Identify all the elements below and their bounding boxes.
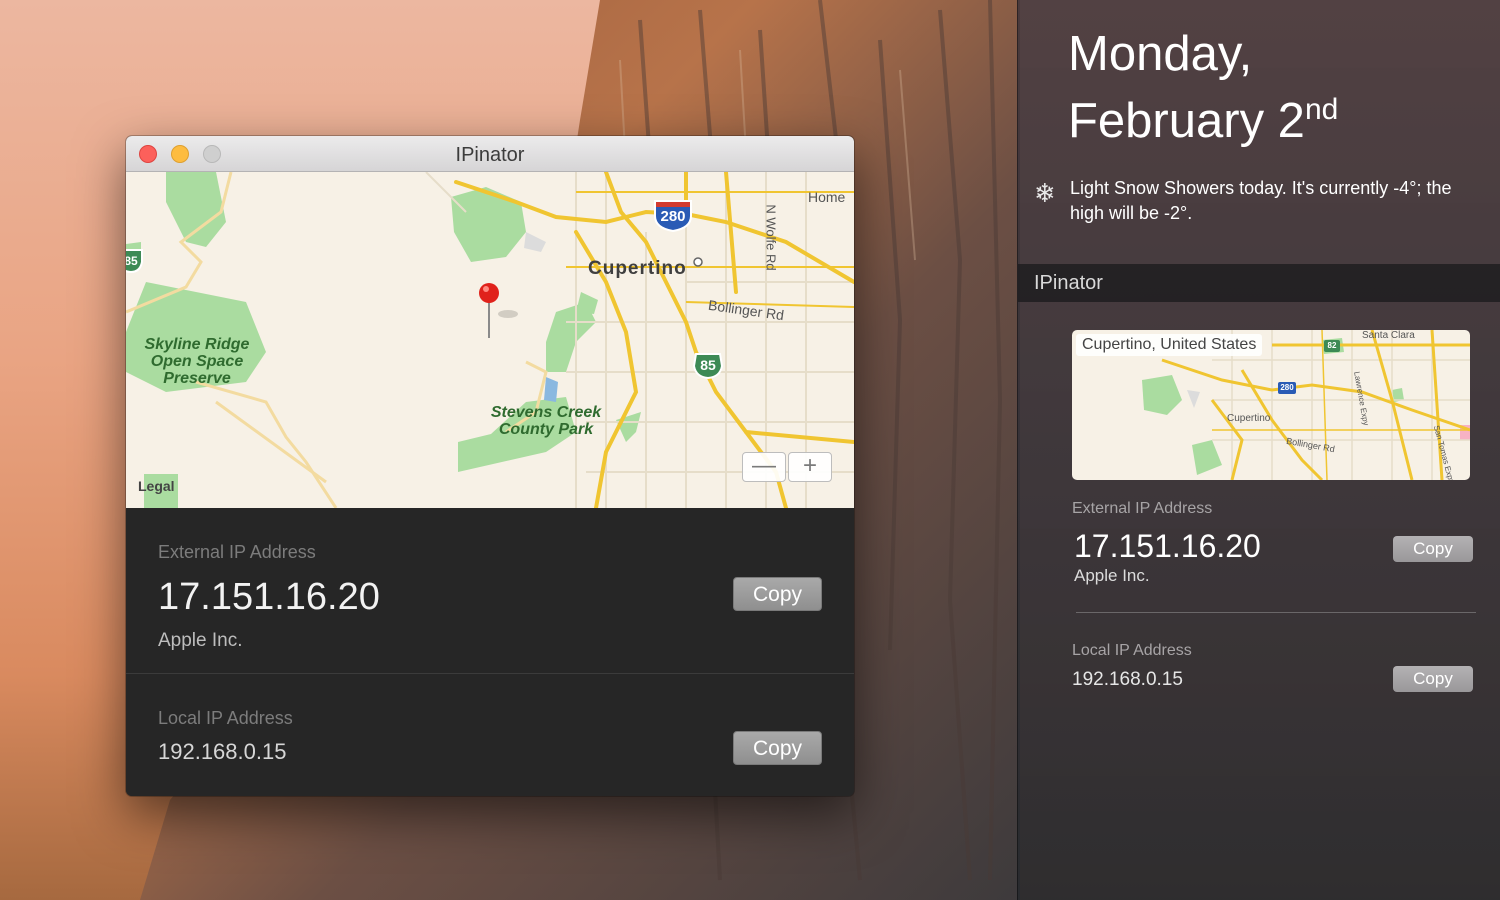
external-ip-section: External IP Address 17.151.16.20 Apple I… [126,508,854,674]
zoom-in-button[interactable]: + [788,452,832,482]
external-ip-value: 17.151.16.20 [158,576,380,618]
widget-external-ip-org: Apple Inc. [1074,566,1150,585]
today-month-day: February 2nd [1068,82,1338,149]
widget-local-ip-value: 192.168.0.15 [1072,669,1183,690]
notification-center: Monday, February 2nd ❄ Light Snow Shower… [1017,0,1500,900]
widget-map-label-cupertino: Cupertino [1227,413,1271,424]
map-label-home: Home [808,189,846,205]
city-dot-icon [693,257,703,267]
local-ip-label: Local IP Address [158,708,293,728]
map-view[interactable]: Cupertino Home Bollinger Rd N Wolfe Rd S… [126,172,854,508]
map-label-skyline-ridge: Skyline Ridge Open Space Preserve [126,336,272,387]
widget-copy-local-ip-button[interactable]: Copy [1393,666,1473,692]
external-ip-org: Apple Inc. [158,630,243,651]
widget-external-ip-label: External IP Address [1072,500,1213,517]
widget-header: IPinator [1018,264,1500,302]
weather-summary: Light Snow Showers today. It's currently… [1070,178,1452,223]
map-label-skyline-text: Skyline Ridge Open Space Preserve [144,336,250,387]
copy-external-ip-button[interactable]: Copy [733,577,822,611]
widget-external-ip-value: 17.151.16.20 [1074,528,1261,564]
widget-map-caption: Cupertino, United States [1076,334,1263,356]
legal-link[interactable]: Legal [138,478,175,494]
widget-map-label-santa-clara: Santa Clara [1362,330,1415,341]
copy-local-ip-button[interactable]: Copy [733,731,822,765]
external-ip-label: External IP Address [158,542,316,562]
interstate-280-number: 280 [660,208,686,225]
widget-local-ip-label: Local IP Address [1072,642,1192,659]
widget-map-280-shield-icon: 280 [1278,382,1296,394]
local-ip-value: 192.168.0.15 [158,739,287,764]
snowflake-icon: ❄ [1034,178,1056,208]
map-label-stevens-creek: Stevens Creek County Park [486,404,606,438]
title-bar[interactable]: IPinator [126,136,854,172]
widget-map-82-shield-icon: 82 [1324,340,1340,352]
route-85-number: 85 [700,357,716,373]
widget-map[interactable]: Cupertino, United States Santa Clara Cup… [1072,330,1470,480]
today-ordinal-suffix: nd [1304,93,1339,126]
widget-divider [1076,612,1476,613]
window-title: IPinator [455,144,525,166]
ipinator-window: IPinator Cupertino Home Bollinger Rd N W… [126,136,854,796]
map-label-cupertino: Cupertino [588,258,687,279]
route-85-edge-number: 85 [126,254,138,268]
today-date: Monday, February 2nd [1068,26,1338,149]
map-label-wolfe-rd: N Wolfe Rd [763,204,779,271]
widget-title: IPinator [1034,272,1103,294]
today-month-day-text: February 2 [1068,94,1305,148]
map-label-stevens-text: Stevens Creek County Park [490,404,602,438]
local-ip-section: Local IP Address 192.168.0.15 Copy [126,675,854,796]
widget-copy-external-ip-button[interactable]: Copy [1393,536,1473,562]
today-weekday: Monday, [1068,27,1253,81]
zoom-out-button[interactable]: — [742,452,786,482]
